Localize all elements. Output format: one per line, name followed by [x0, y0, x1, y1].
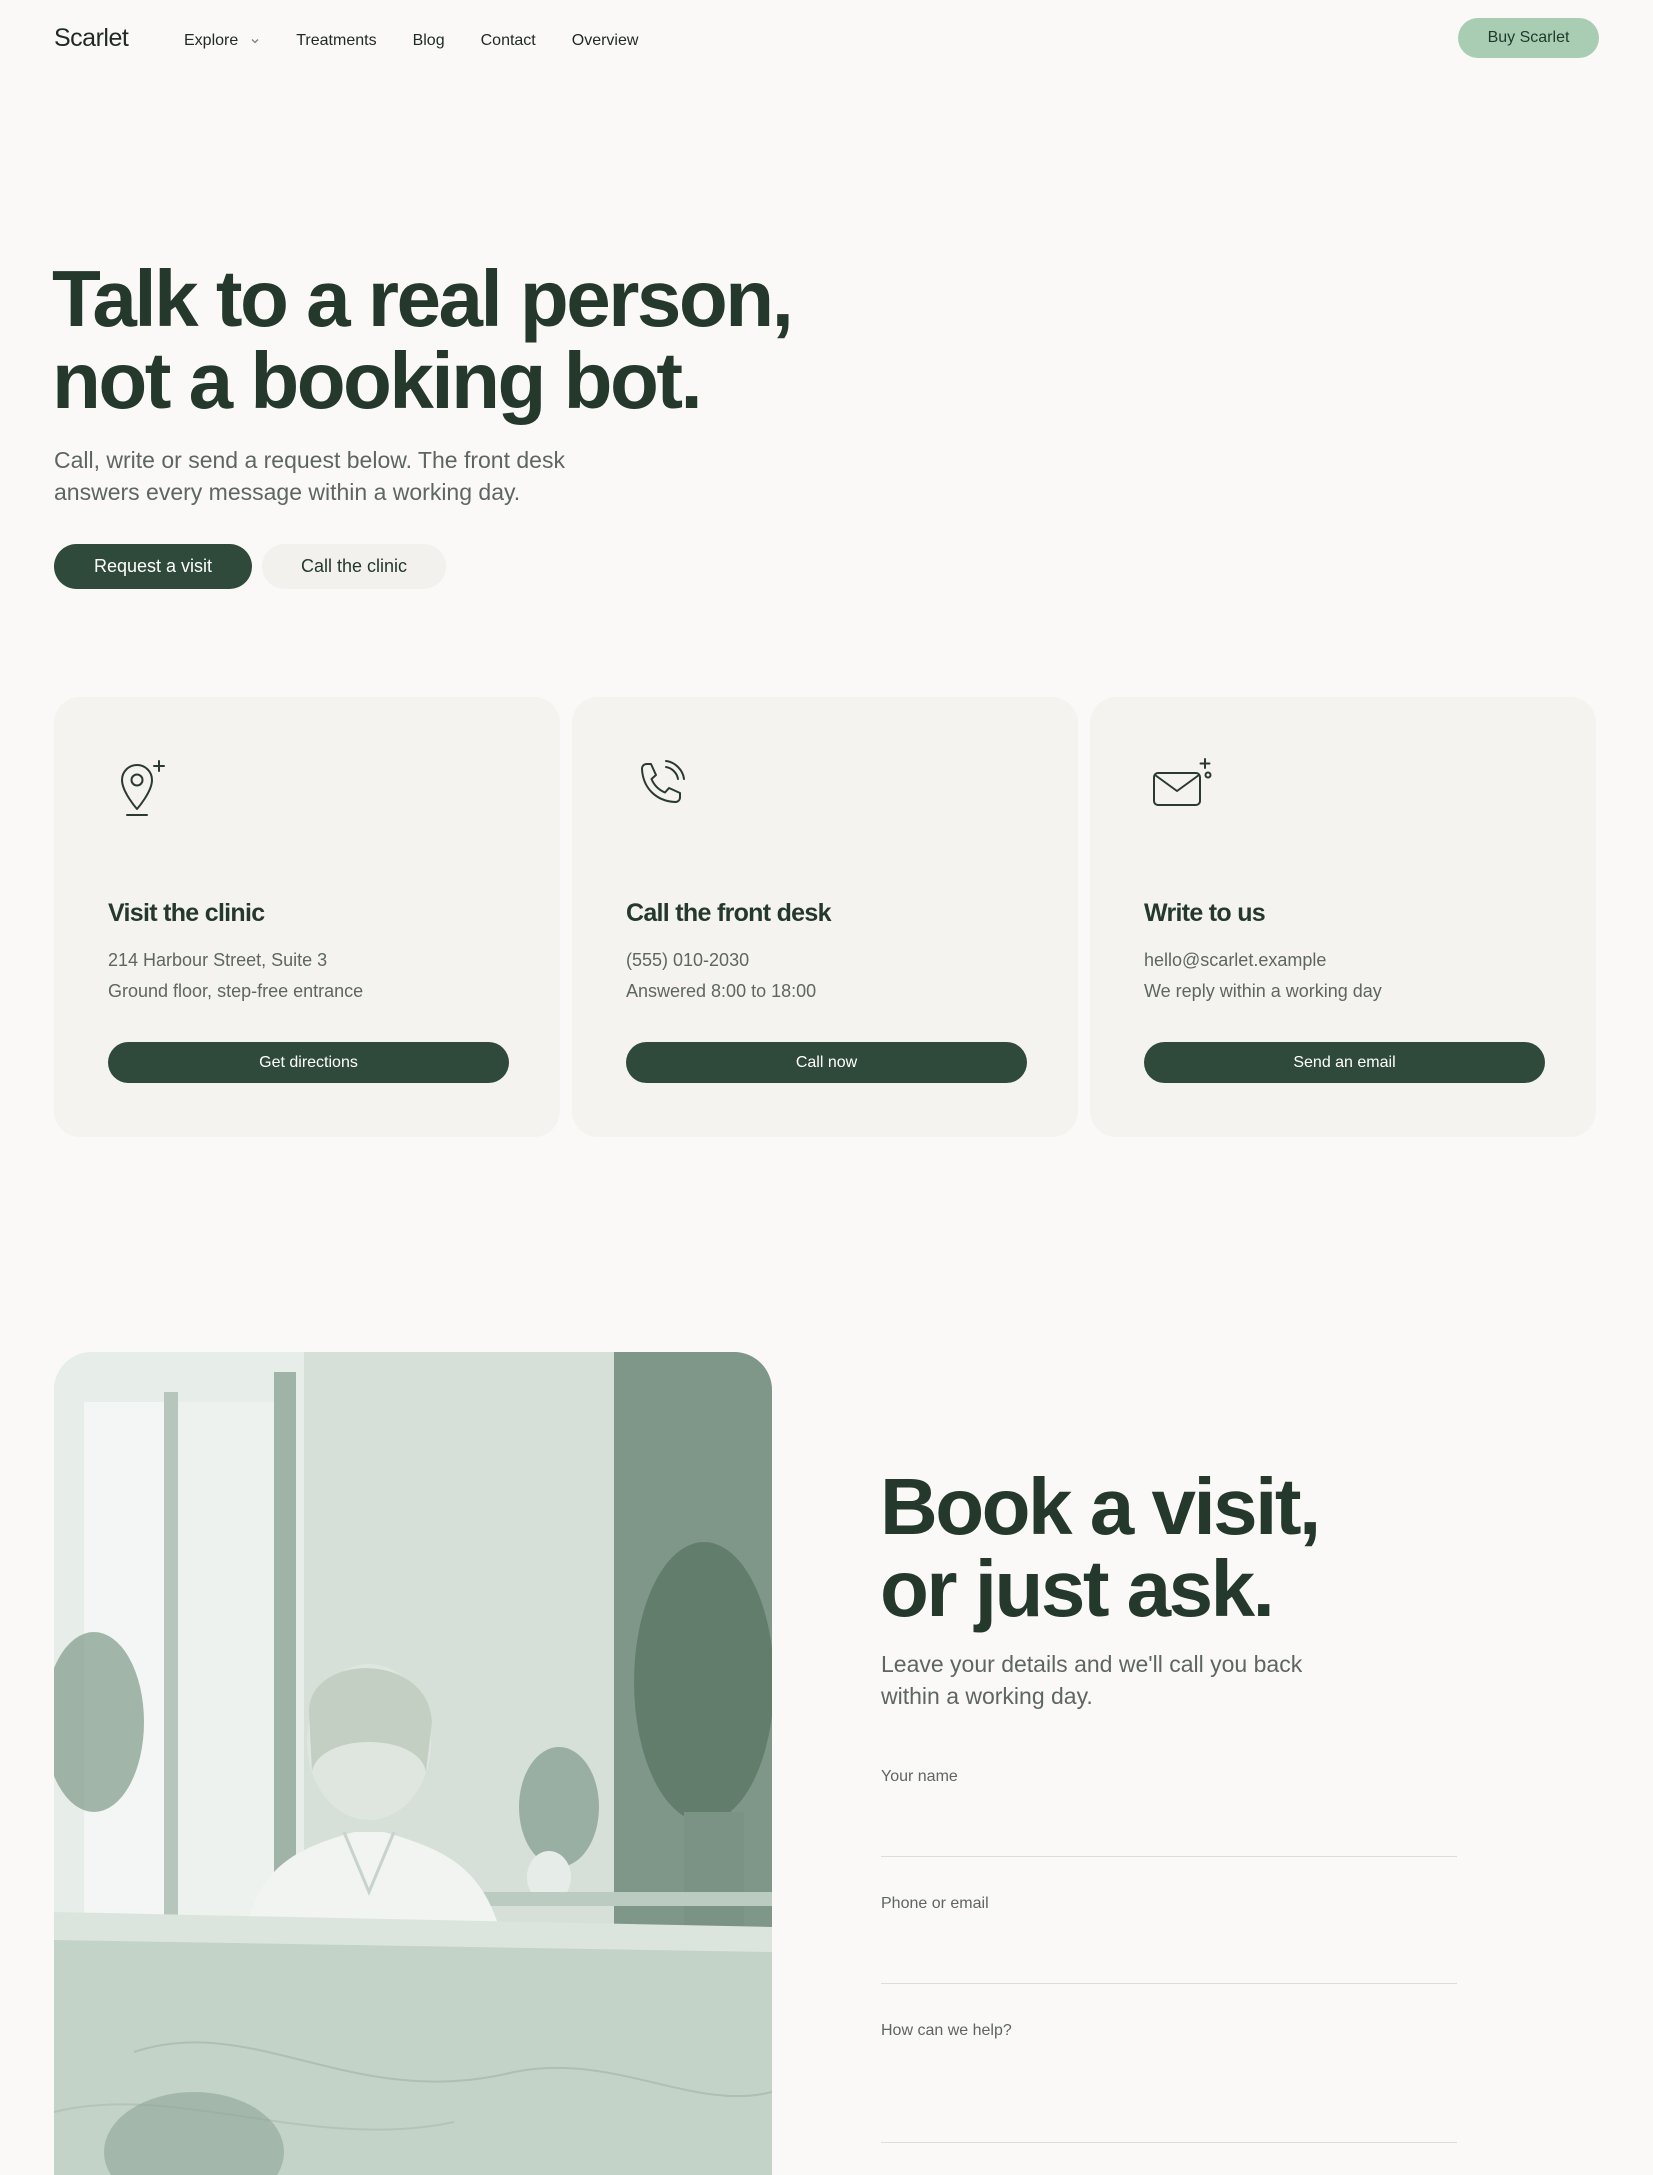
- get-directions-button[interactable]: Get directions: [108, 1042, 509, 1083]
- buy-button[interactable]: Buy Scarlet: [1458, 18, 1599, 58]
- contact-email[interactable]: hello@scarlet.example: [1144, 950, 1326, 971]
- mail-icon: [1150, 753, 1220, 823]
- reply-time-note: We reply within a working day: [1144, 981, 1382, 1001]
- map-pin-icon: [114, 753, 184, 823]
- nav-item-contact[interactable]: Contact: [481, 32, 536, 50]
- chevron-down-icon: [250, 36, 260, 46]
- nav-links: Explore Treatments Blog Contact Overview: [184, 32, 674, 50]
- booking-title: Book a visit, or just ask.: [880, 1466, 1580, 1630]
- booking-subtitle: Leave your details and we'll call you ba…: [881, 1648, 1401, 1712]
- hero-title-line1: Talk to a real person,: [52, 254, 794, 343]
- nav-item-overview[interactable]: Overview: [572, 32, 639, 50]
- call-clinic-button[interactable]: Call the clinic: [262, 544, 446, 589]
- name-field-label: Your name: [881, 1768, 958, 1785]
- message-field[interactable]: [881, 2063, 1457, 2143]
- phone-icon: [632, 753, 702, 823]
- receptionist-photo: [54, 1352, 772, 2175]
- front-desk-hours: Answered 8:00 to 18:00: [626, 981, 817, 1001]
- card-title: Write to us: [1144, 899, 1266, 927]
- card-title: Visit the clinic: [108, 899, 265, 927]
- hero-subtitle-line2: answers every message within a working d…: [54, 479, 521, 505]
- booking-subtitle-line2: within a working day.: [881, 1683, 1093, 1709]
- nav-item-label: Explore: [184, 32, 239, 49]
- nav-item-blog[interactable]: Blog: [413, 32, 445, 50]
- nav-item-explore[interactable]: Explore: [184, 32, 260, 50]
- brand-logo[interactable]: Scarlet: [54, 24, 129, 53]
- nav-item-treatments[interactable]: Treatments: [296, 32, 376, 50]
- card-visit-clinic: Visit the clinic 214 Harbour Street, Sui…: [54, 697, 560, 1137]
- booking-title-line1: Book a visit,: [880, 1462, 1321, 1551]
- front-desk-phone: (555) 010-2030: [626, 950, 750, 970]
- contact-field-label: Phone or email: [881, 1895, 989, 1912]
- hero-subtitle: Call, write or send a request below. The…: [54, 444, 654, 508]
- hero-subtitle-line1: Call, write or send a request below. The…: [54, 447, 565, 473]
- card-write-to-us: Write to us hello@scarlet.example We rep…: [1090, 697, 1596, 1137]
- phone-or-email-field[interactable]: [881, 1948, 1457, 1984]
- call-now-button[interactable]: Call now: [626, 1042, 1027, 1083]
- message-field-label: How can we help?: [881, 2022, 1012, 2039]
- card-title: Call the front desk: [626, 899, 831, 927]
- hero-title-line2: not a booking bot.: [52, 336, 703, 425]
- booking-subtitle-line1: Leave your details and we'll call you ba…: [881, 1651, 1303, 1677]
- send-email-button[interactable]: Send an email: [1144, 1042, 1545, 1083]
- name-field[interactable]: [881, 1821, 1457, 1857]
- clinic-address: 214 Harbour Street, Suite 3: [108, 950, 328, 970]
- clinic-entrance-note: Ground floor, step-free entrance: [108, 981, 364, 1001]
- request-visit-button[interactable]: Request a visit: [54, 544, 252, 589]
- booking-title-line2: or just ask.: [880, 1544, 1275, 1633]
- top-nav: Scarlet Explore Treatments Blog Contact …: [0, 0, 1653, 84]
- hero-title: Talk to a real person, not a booking bot…: [52, 258, 952, 422]
- card-call-front-desk: Call the front desk (555) 010-2030 Answe…: [572, 697, 1078, 1137]
